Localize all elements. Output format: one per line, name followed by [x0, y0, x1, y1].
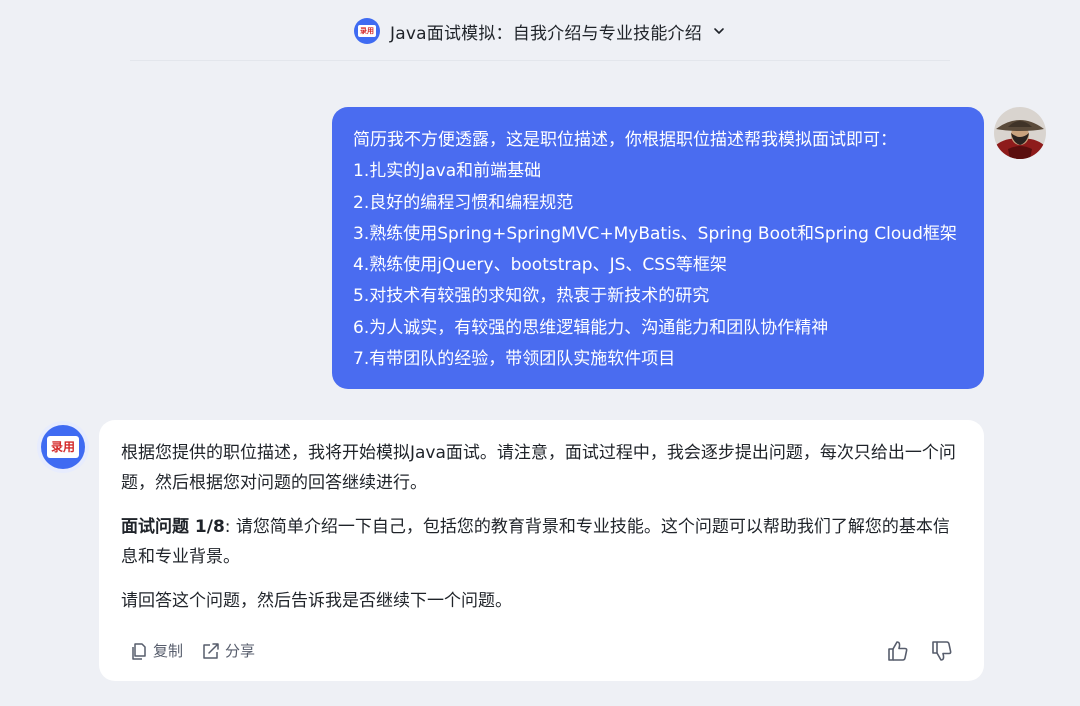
app-logo-icon: 录用 [354, 18, 381, 44]
conversation-title: Java面试模拟：自我介绍与专业技能介绍 [390, 23, 702, 44]
share-label: 分享 [225, 642, 256, 660]
message-actions: 复制 分享 [129, 638, 954, 664]
user-message-line: 6.为人诚实，有较强的思维逻辑能力、沟通能力和团队协作精神 [353, 317, 829, 338]
assistant-message-bubble: 根据您提供的职位描述，我将开始模拟Java面试。请注意，面试过程中，我会逐步提出… [99, 420, 984, 681]
assistant-closing-text: 请回答这个问题，然后告诉我是否继续下一个问题。 [121, 591, 512, 611]
user-message-bubble: 简历我不方便透露，这是职位描述，你根据职位描述帮我模拟面试即可： 1.扎实的Ja… [332, 107, 984, 389]
share-button[interactable]: 分享 [201, 636, 255, 666]
question-text: : 请您简单介绍一下自己，包括您的教育背景和专业技能。这个问题可以帮助我们了解您… [121, 517, 950, 567]
assistant-avatar-logo: 录用 [41, 425, 85, 469]
assistant-avatar-text: 录用 [47, 436, 79, 458]
message-actions-right [886, 639, 954, 663]
assistant-question-paragraph: 面试问题 1/8: 请您简单介绍一下自己，包括您的教育背景和专业技能。这个问题可… [121, 512, 962, 572]
assistant-intro-text: 根据您提供的职位描述，我将开始模拟Java面试。请注意，面试过程中，我会逐步提出… [121, 443, 956, 493]
user-message-line: 7.有带团队的经验，带领团队实施软件项目 [353, 349, 676, 370]
user-avatar[interactable] [994, 107, 1046, 159]
conversation-header: 录用 Java面试模拟：自我介绍与专业技能介绍 [0, 0, 1080, 62]
chevron-down-icon [714, 28, 724, 34]
chat-page: 录用 Java面试模拟：自我介绍与专业技能介绍 简历我不方便透露，这是职位描述，… [0, 0, 1080, 706]
user-message-line: 5.对技术有较强的求知欲，热衷于新技术的研究 [353, 286, 710, 307]
assistant-avatar: 录用 [37, 421, 89, 473]
user-avatar-image [994, 107, 1046, 159]
user-message-line: 3.熟练使用Spring+SpringMVC+MyBatis、Spring Bo… [353, 223, 957, 244]
user-message-line: 1.扎实的Java和前端基础 [353, 161, 542, 182]
user-message: 简历我不方便透露，这是职位描述，你根据职位描述帮我模拟面试即可： 1.扎实的Ja… [332, 107, 984, 389]
message-actions-left: 复制 分享 [129, 636, 255, 666]
thumbs-down-icon[interactable] [930, 639, 954, 663]
user-message-line: 4.熟练使用jQuery、bootstrap、JS、CSS等框架 [353, 255, 727, 276]
question-label: 面试问题 1/8 [121, 517, 225, 537]
copy-label: 复制 [153, 642, 184, 660]
logo-stamp-text: 录用 [358, 25, 377, 37]
thumbs-up-icon[interactable] [886, 639, 910, 663]
user-message-line: 简历我不方便透露，这是职位描述，你根据职位描述帮我模拟面试即可： [353, 130, 897, 150]
header-divider [130, 60, 950, 61]
share-icon [203, 643, 219, 659]
conversation-title-dropdown[interactable]: 录用 Java面试模拟：自我介绍与专业技能介绍 [354, 18, 726, 44]
user-message-line: 2.良好的编程习惯和编程规范 [353, 192, 574, 213]
copy-icon [132, 643, 146, 660]
copy-button[interactable]: 复制 [129, 636, 183, 666]
